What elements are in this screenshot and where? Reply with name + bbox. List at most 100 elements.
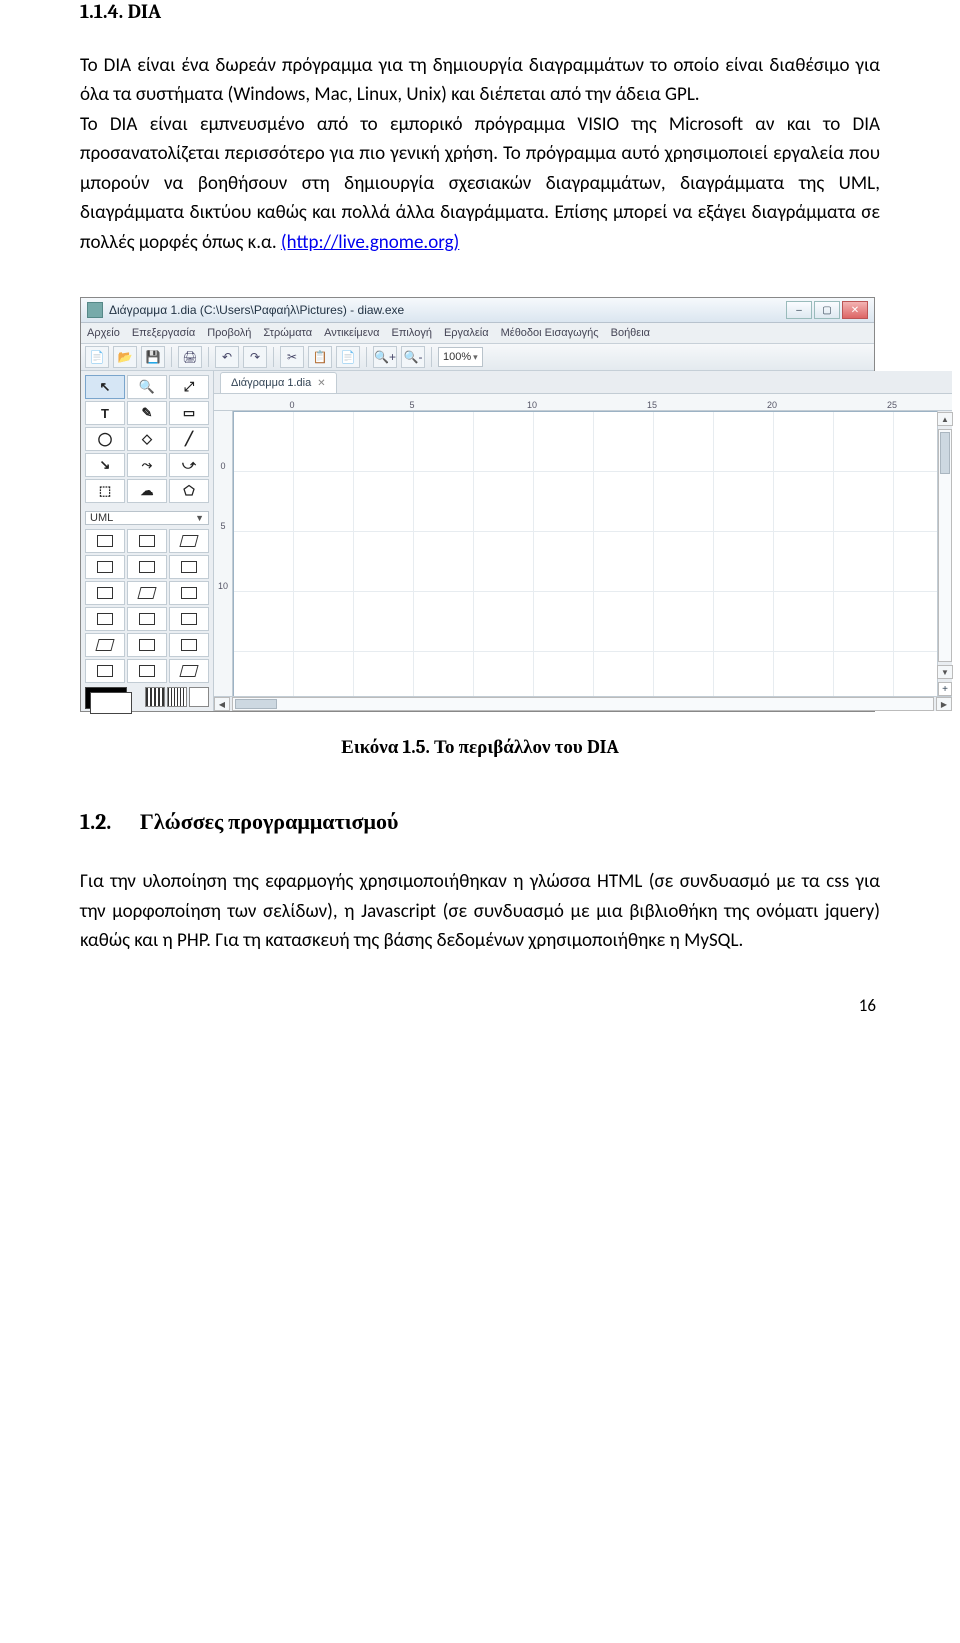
shape-category-dropdown[interactable]: UML ▼	[85, 511, 209, 525]
toolbar-button[interactable]: ↶	[215, 346, 239, 368]
ruler-vertical: 0510	[214, 411, 233, 696]
ruler-tick: 20	[712, 400, 832, 410]
shape-grid	[81, 529, 213, 683]
menu-item[interactable]: Στρώματα	[263, 327, 312, 339]
toolbar-button[interactable]: 💾	[141, 346, 165, 368]
horizontal-scrollbar[interactable]: ◀ ▶	[214, 696, 952, 711]
shape-button[interactable]	[127, 555, 167, 579]
tool-button[interactable]: ☁	[127, 479, 167, 503]
line-pattern-1[interactable]	[145, 687, 165, 707]
tool-button[interactable]: ⤻	[169, 453, 209, 477]
document-tab-label: Διάγραμμα 1.dia	[231, 377, 311, 389]
shape-button[interactable]	[127, 659, 167, 683]
tool-button[interactable]: ▭	[169, 401, 209, 425]
tool-button[interactable]: ╱	[169, 427, 209, 451]
menu-item[interactable]: Βοήθεια	[611, 327, 650, 339]
scroll-up-icon[interactable]: ▲	[937, 412, 953, 426]
shape-button[interactable]	[85, 607, 125, 631]
gnome-link[interactable]: (http://live.gnome.org)	[281, 231, 459, 254]
tool-button[interactable]: ◇	[127, 427, 167, 451]
shape-button[interactable]	[127, 607, 167, 631]
section-1-2-number: 1.2.	[80, 809, 135, 835]
line-pattern-3[interactable]	[189, 687, 209, 707]
tool-button[interactable]: ✎	[127, 401, 167, 425]
tool-button[interactable]: ⤢	[169, 375, 209, 399]
toolbar-button[interactable]: 📂	[113, 346, 137, 368]
shape-button[interactable]	[169, 659, 209, 683]
figure-dia: Διάγραμμα 1.dia (C:\Users\Ραφαήλ\Picture…	[80, 297, 880, 712]
minimize-button[interactable]: –	[786, 301, 812, 319]
shape-category-label: UML	[90, 512, 113, 524]
toolbar-button[interactable]: 🔍+	[373, 346, 397, 368]
paragraph-2: Το DIA είναι εμπνευσμένο από το εμπορικό…	[80, 110, 880, 257]
shape-button[interactable]	[169, 555, 209, 579]
shape-button[interactable]	[127, 581, 167, 605]
shape-button[interactable]	[127, 633, 167, 657]
menu-item[interactable]: Επεξεργασία	[132, 327, 195, 339]
shape-button[interactable]	[127, 529, 167, 553]
section-number: 1.1.4.	[80, 0, 123, 23]
drawing-canvas[interactable]	[233, 411, 937, 696]
scroll-right-icon[interactable]: ▶	[936, 697, 952, 711]
dia-left-panel: ↖🔍⤢ T✎▭ ◯◇╱ ↘⤳⤻ ⬚☁⬠ UML ▼	[81, 371, 214, 711]
menu-item[interactable]: Επιλογή	[392, 327, 432, 339]
menu-item[interactable]: Αντικείμενα	[324, 327, 379, 339]
dia-canvas-area: Διάγραμμα 1.dia ✕ 0510152025 0510 ▲	[214, 371, 952, 711]
shape-button[interactable]	[85, 555, 125, 579]
dia-window: Διάγραμμα 1.dia (C:\Users\Ραφαήλ\Picture…	[80, 297, 875, 712]
tool-button[interactable]: ↖	[85, 375, 125, 399]
toolbar-separator	[208, 347, 209, 367]
shape-button[interactable]	[169, 581, 209, 605]
dia-menubar: Αρχείο Επεξεργασία Προβολή Στρώματα Αντικείμ…	[81, 323, 874, 344]
toolbar-button[interactable]: ✂	[280, 346, 304, 368]
shape-button[interactable]	[169, 529, 209, 553]
toolbar-button[interactable]: 🔍-	[401, 346, 425, 368]
scroll-left-icon[interactable]: ◀	[214, 697, 230, 711]
color-swatch[interactable]	[85, 687, 127, 709]
menu-item[interactable]: Αρχείο	[87, 327, 120, 339]
toolbar-button[interactable]: 📄	[85, 346, 109, 368]
close-button[interactable]: ✕	[842, 301, 868, 319]
tab-close-icon[interactable]: ✕	[317, 378, 325, 389]
dia-titlebar: Διάγραμμα 1.dia (C:\Users\Ραφαήλ\Picture…	[81, 298, 874, 323]
tool-button[interactable]: ⤳	[127, 453, 167, 477]
chevron-down-icon: ▼	[195, 513, 204, 523]
tool-button[interactable]: T	[85, 401, 125, 425]
section-title: DIA	[128, 0, 162, 23]
window-title: Διάγραμμα 1.dia (C:\Users\Ραφαήλ\Picture…	[109, 303, 780, 317]
dia-toolbar: 📄📂💾🖨↶↷✂📋📄🔍+🔍-100%▾	[81, 344, 874, 371]
tool-button[interactable]: ↘	[85, 453, 125, 477]
toolbar-button[interactable]: ↷	[243, 346, 267, 368]
tool-button[interactable]: ◯	[85, 427, 125, 451]
menu-item[interactable]: Εργαλεία	[444, 327, 489, 339]
vertical-scrollbar[interactable]: ▲ ▼ +	[937, 411, 952, 696]
document-tab[interactable]: Διάγραμμα 1.dia ✕	[220, 372, 337, 393]
scroll-down-icon[interactable]: ▼	[937, 665, 953, 679]
figure-caption: Εικόνα 1.5. Το περιβάλλον του DIA	[80, 736, 880, 759]
shape-button[interactable]	[169, 607, 209, 631]
tool-button[interactable]: ⬚	[85, 479, 125, 503]
shape-button[interactable]	[85, 581, 125, 605]
page-number: 16	[80, 995, 880, 1016]
shape-button[interactable]	[169, 633, 209, 657]
section-1-2-heading: 1.2. Γλώσσες προγραμματισμού	[80, 809, 880, 835]
zoom-field[interactable]: 100%▾	[438, 347, 483, 367]
toolbar-separator	[273, 347, 274, 367]
line-pattern-2[interactable]	[167, 687, 187, 707]
tool-button[interactable]: ⬠	[169, 479, 209, 503]
canvas-add-icon[interactable]: +	[938, 682, 952, 696]
menu-item[interactable]: Μέθοδοι Εισαγωγής	[501, 327, 599, 339]
toolbar-button[interactable]: 📋	[308, 346, 332, 368]
ruler-tick: 15	[592, 400, 712, 410]
app-icon	[87, 302, 103, 318]
tool-grid: ↖🔍⤢ T✎▭ ◯◇╱ ↘⤳⤻ ⬚☁⬠	[81, 371, 213, 507]
tool-button[interactable]: 🔍	[127, 375, 167, 399]
shape-button[interactable]	[85, 633, 125, 657]
toolbar-button[interactable]: 🖨	[178, 346, 202, 368]
shape-button[interactable]	[85, 659, 125, 683]
toolbar-button[interactable]: 📄	[336, 346, 360, 368]
shape-button[interactable]	[85, 529, 125, 553]
section-heading: 1.1.4. DIA	[80, 0, 880, 23]
maximize-button[interactable]: ▢	[814, 301, 840, 319]
menu-item[interactable]: Προβολή	[207, 327, 251, 339]
